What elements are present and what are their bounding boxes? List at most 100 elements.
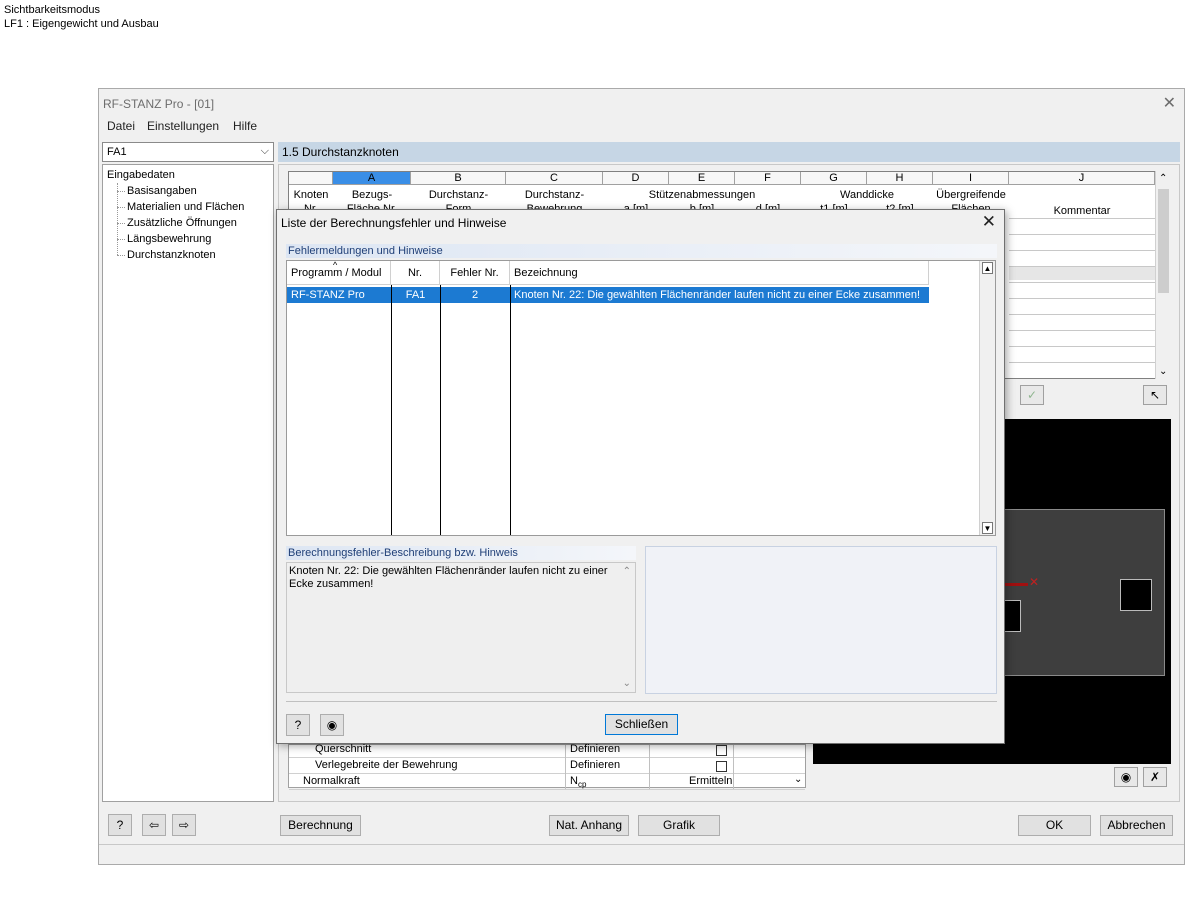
error-text: Knoten Nr. 22: Die gewählten Flächenränd… [514, 289, 921, 301]
close-button[interactable]: Schließen [605, 714, 678, 735]
eye-icon[interactable]: ◉ [320, 714, 344, 736]
sort-up-icon: ^ [333, 260, 338, 270]
menu-bar: Datei Einstellungen Hilfe [99, 119, 1184, 137]
menu-einstellungen[interactable]: Einstellungen [147, 119, 219, 133]
head-j: Kommentar [1053, 205, 1111, 217]
column-divider [391, 285, 392, 535]
head-c: Durchstanz- [524, 189, 585, 201]
tree-item-laengsbewehrung[interactable]: Längsbewehrung [127, 233, 211, 245]
prop-row[interactable]: Verlegebreite der Bewehrung Definieren [289, 758, 805, 774]
col-letter-i[interactable]: I [933, 172, 1009, 185]
tree-item-oeffnungen[interactable]: Zusätzliche Öffnungen [127, 217, 237, 229]
case-select-value: FA1 [107, 146, 127, 158]
export-icon[interactable]: ⇦ [142, 814, 166, 836]
col-letter-e[interactable]: E [669, 172, 735, 185]
chevron-down-icon[interactable]: ⌄ [1159, 366, 1167, 377]
column-header-description[interactable]: Bezeichnung [510, 261, 929, 285]
scroll-up-icon[interactable]: ▲ [982, 262, 993, 274]
national-annex-button[interactable]: Nat. Anhang [549, 815, 629, 836]
description-text: Knoten Nr. 22: Die gewählten Flächenränd… [289, 565, 608, 590]
grid-scrollbar[interactable]: ⌃ ⌄ [1155, 171, 1171, 379]
col-letter-g[interactable]: G [801, 172, 867, 185]
col-letter-d[interactable]: D [603, 172, 669, 185]
column-divider [565, 745, 566, 789]
col-letter-a[interactable]: A [333, 172, 411, 185]
help-icon[interactable]: ? [286, 714, 310, 736]
col-letter-b[interactable]: B [411, 172, 506, 185]
calculation-button[interactable]: Berechnung [280, 815, 361, 836]
column-divider [510, 285, 511, 535]
prop-checkbox[interactable] [716, 761, 727, 772]
column-header-nr[interactable]: Nr. [391, 261, 440, 285]
column-header-program[interactable]: Programm / Modul ^ [287, 260, 391, 285]
tree-connector [117, 255, 125, 256]
tree-item-basisangaben[interactable]: Basisangaben [127, 185, 197, 197]
close-icon[interactable]: ✕ [1163, 93, 1176, 113]
opening-graphic [1120, 579, 1152, 611]
column-divider [440, 285, 441, 535]
grid-corner [289, 172, 333, 185]
head-i: Übergreifende [936, 189, 1006, 201]
eye-icon[interactable]: ◉ [1114, 767, 1138, 787]
scroll-down-icon[interactable]: ▼ [982, 522, 993, 534]
graphic-button[interactable]: Grafik [638, 815, 720, 836]
col-letter-h[interactable]: H [867, 172, 933, 185]
tree-item-materialien[interactable]: Materialien und Flächen [127, 201, 244, 213]
list-scrollbar[interactable]: ▲ ▼ [979, 261, 995, 535]
grid-row-line [1009, 234, 1155, 235]
list-item[interactable]: RF-STANZ Pro FA1 2 Knoten Nr. 22: Die ge… [287, 287, 929, 303]
chevron-up-icon[interactable]: ⌃ [623, 565, 631, 578]
chevron-up-icon[interactable]: ⌃ [1159, 173, 1167, 184]
tree-connector [117, 223, 125, 224]
grid-row-line [1009, 218, 1155, 219]
chevron-down-icon[interactable]: ⌄ [623, 677, 631, 690]
col-letter-c[interactable]: C [506, 172, 603, 185]
column-header-error-nr[interactable]: Fehler Nr. [440, 261, 510, 285]
divider [286, 701, 997, 702]
close-icon[interactable]: ✕ [982, 212, 996, 232]
grid-row-line [1009, 266, 1155, 280]
chevron-down-icon[interactable]: ⌄ [794, 774, 802, 785]
pointer-icon[interactable]: ✗ [1143, 767, 1167, 787]
import-icon[interactable]: ⇨ [172, 814, 196, 836]
loadcase-label: LF1 : Eigengewicht und Ausbau [4, 18, 159, 30]
tree-item-durchstanzknoten[interactable]: Durchstanzknoten [127, 249, 216, 261]
prop-action[interactable]: Ermitteln [689, 775, 732, 787]
prop-checkbox[interactable] [716, 745, 727, 756]
window-title: RF-STANZ Pro - [01] [103, 97, 215, 111]
chevron-down-icon: ⌵ [260, 145, 269, 157]
head-def: Stützenabmessungen [648, 189, 756, 201]
menu-datei[interactable]: Datei [107, 119, 135, 133]
axis-arrow [1002, 583, 1028, 586]
errors-group-header: Fehlermeldungen und Hinweise [286, 244, 997, 258]
grid-row-line [1009, 314, 1155, 315]
scroll-thumb[interactable] [1158, 189, 1169, 293]
prop-row[interactable]: Querschnitt Definieren [289, 742, 805, 758]
case-select[interactable]: FA1 ⌵ [102, 142, 274, 162]
prop-row[interactable]: Normalkraft Ncp Ermitteln [289, 774, 805, 790]
column-divider [649, 745, 650, 789]
prop-label: Querschnitt [315, 743, 372, 755]
x-axis-icon: ✕ [1029, 575, 1040, 589]
cancel-button[interactable]: Abbrechen [1100, 815, 1173, 836]
tree-connector [117, 207, 125, 208]
col-letter-f[interactable]: F [735, 172, 801, 185]
prop-value[interactable]: Definieren [570, 759, 620, 771]
section-title: 1.5 Durchstanzknoten [278, 142, 1180, 162]
error-code: 2 [471, 289, 479, 301]
tree-root[interactable]: Eingabedaten [107, 169, 175, 181]
col-letter-j[interactable]: J [1009, 172, 1155, 185]
help-icon[interactable]: ? [108, 814, 132, 836]
prop-value[interactable]: Definieren [570, 743, 620, 755]
head-gh: Wanddicke [839, 189, 894, 201]
head-a: Bezugs- [351, 189, 393, 201]
description-box[interactable]: Knoten Nr. 22: Die gewählten Flächenränd… [286, 562, 636, 693]
ok-button[interactable]: OK [1018, 815, 1091, 836]
error-list[interactable]: Programm / Modul ^ Nr. Fehler Nr. Bezeic… [286, 260, 996, 536]
error-program: RF-STANZ Pro [291, 289, 365, 301]
pointer-icon[interactable]: ↖ [1143, 385, 1167, 405]
menu-hilfe[interactable]: Hilfe [233, 119, 257, 133]
status-bar [99, 844, 1184, 864]
tree-connector [117, 183, 118, 255]
checkmark-icon[interactable]: ✓ [1020, 385, 1044, 405]
